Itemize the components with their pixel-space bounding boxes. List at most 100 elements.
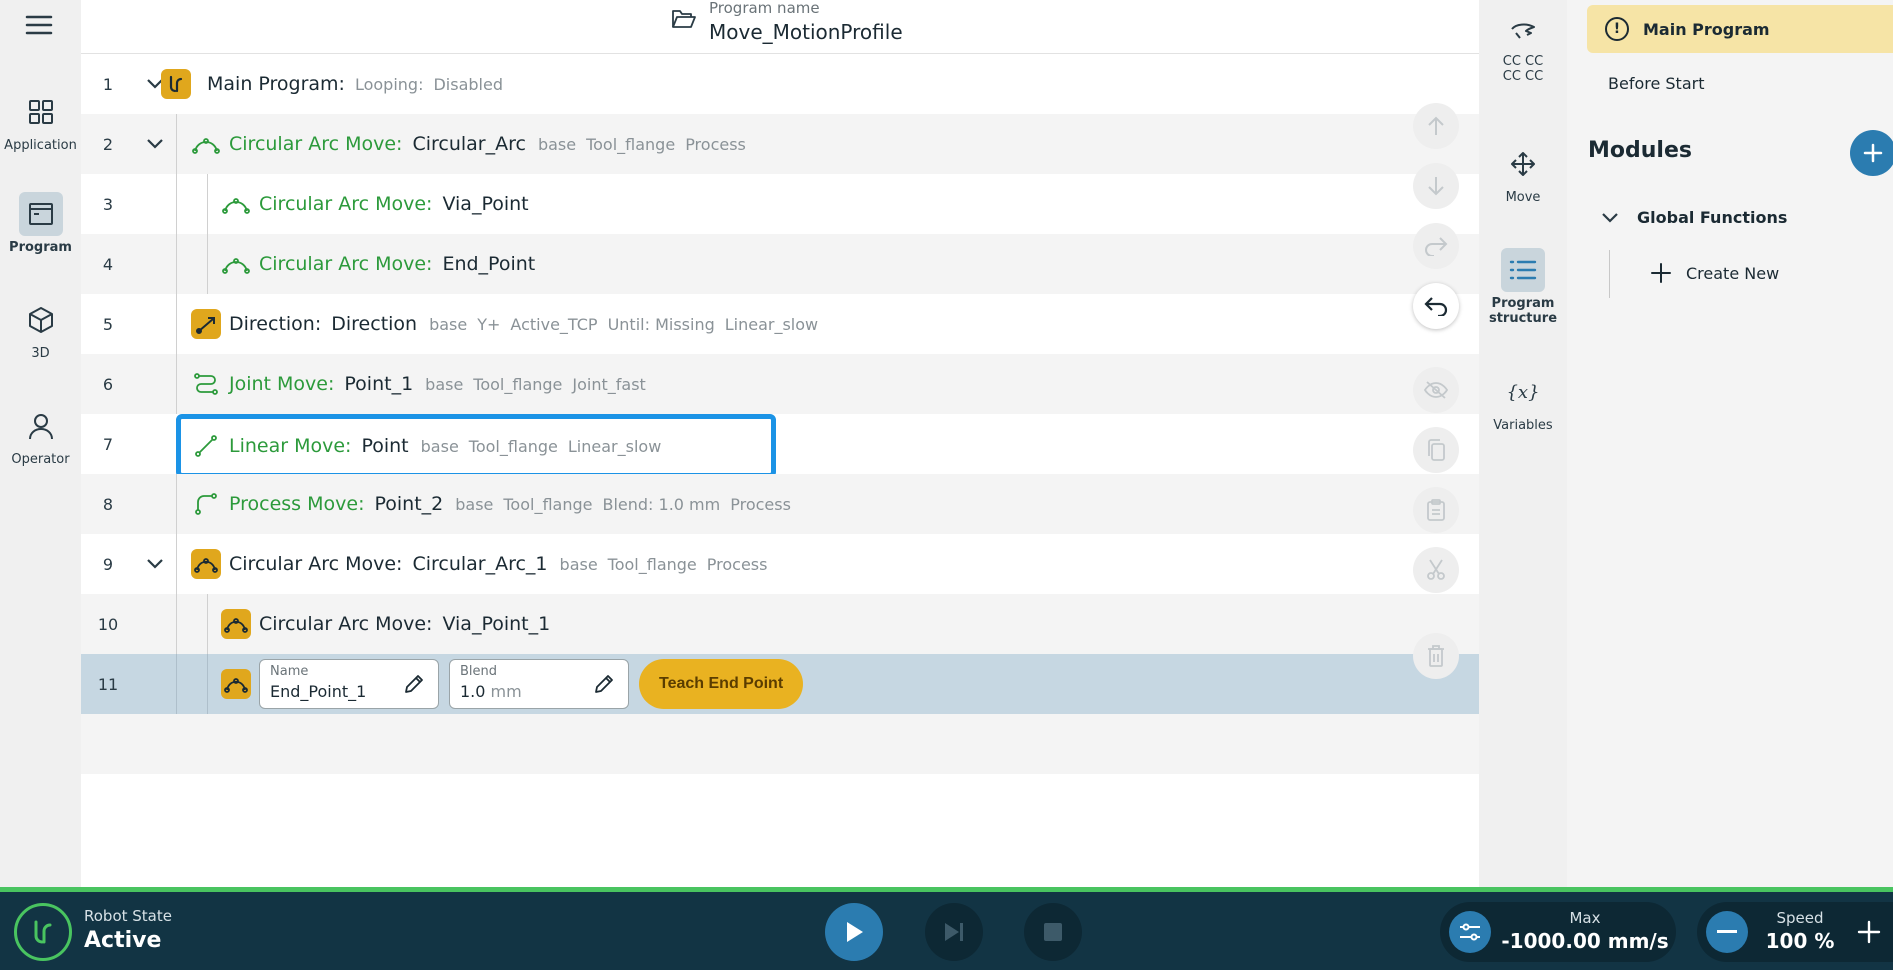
nav-3d[interactable]: 3D — [0, 298, 81, 361]
move-up-button[interactable] — [1413, 103, 1459, 149]
copy-button[interactable] — [1413, 427, 1459, 473]
chevron-down-icon[interactable] — [135, 138, 175, 150]
row-label: Circular Arc Move: — [259, 193, 433, 215]
row-label: Circular Arc Move: — [259, 253, 433, 275]
row-tag: Linear_slow — [567, 436, 662, 456]
hamburger-menu-icon[interactable] — [24, 12, 54, 38]
move-down-button[interactable] — [1413, 163, 1459, 209]
tool-move-label: Move — [1505, 190, 1541, 205]
row-value: Point — [361, 435, 409, 457]
blend-field-label: Blend — [460, 664, 498, 679]
before-start-item[interactable]: Before Start — [1608, 74, 1704, 93]
nav-program-label: Program — [9, 240, 72, 255]
nav-operator[interactable]: Operator — [0, 404, 81, 467]
tree-row-9[interactable]: 9 Circular Arc Move: Circular_Arc_1 base… — [81, 534, 1479, 594]
name-field[interactable]: Name End_Point_1 — [259, 659, 439, 709]
max-value: -1000.00 mm/s — [1501, 929, 1669, 953]
circular-arc-icon — [191, 549, 221, 579]
main-program-label: Main Program — [1643, 19, 1770, 39]
robot-state-label: Robot State — [84, 907, 172, 925]
tool-variables[interactable]: {x} Variables — [1479, 370, 1567, 433]
speed-decrease-button[interactable] — [1706, 911, 1748, 953]
tree-row-6[interactable]: 6 Joint Move: Point_1 base Tool_flange J… — [81, 354, 1479, 414]
tool-column: CC CC CC CC Move Program structure {x} V… — [1479, 0, 1567, 887]
tree-row-3[interactable]: 3 Circular Arc Move: Via_Point — [81, 174, 1479, 234]
ur-logo-icon — [14, 903, 72, 961]
plus-icon — [1651, 263, 1671, 283]
blend-field[interactable]: Blend 1.0 mm — [449, 659, 629, 709]
global-functions-item[interactable]: Global Functions — [1601, 208, 1787, 227]
row-label: Circular Arc Move: — [229, 553, 403, 575]
row-tag: Disabled — [433, 74, 503, 94]
teach-end-point-button[interactable]: Teach End Point — [639, 659, 804, 709]
circular-arc-icon — [221, 609, 251, 639]
pencil-icon[interactable] — [592, 672, 616, 701]
main-program-tab[interactable]: ! Main Program — [1587, 5, 1893, 53]
row-number: 3 — [102, 194, 114, 214]
stop-button[interactable] — [1024, 903, 1082, 961]
blend-field-value: 1.0 mm — [460, 682, 522, 701]
hide-button[interactable] — [1413, 367, 1459, 413]
tool-cc-label-1: CC CC — [1502, 54, 1544, 69]
step-button[interactable] — [925, 903, 983, 961]
minus-icon — [1717, 930, 1737, 933]
circular-arc-icon — [221, 249, 251, 279]
program-window-icon — [18, 192, 63, 236]
chevron-down-icon[interactable] — [135, 558, 175, 570]
tree-row-11[interactable]: 11 Name End_Point_1 Blend 1.0 mm Teach E… — [81, 654, 1479, 714]
name-field-label: Name — [270, 664, 309, 679]
undo-button[interactable] — [1413, 283, 1459, 329]
cut-button[interactable] — [1413, 547, 1459, 593]
row-tag: Process — [685, 134, 746, 154]
tree-row-2[interactable]: 2 Circular Arc Move: Circular_Arc base T… — [81, 114, 1479, 174]
row-label: Linear Move: — [229, 435, 352, 457]
variables-icon: {x} — [1506, 381, 1540, 403]
tree-guide-line — [1609, 250, 1610, 298]
row-value: Circular_Arc_1 — [412, 553, 548, 575]
pencil-icon[interactable] — [402, 672, 426, 701]
max-speed-control[interactable]: Max -1000.00 mm/s — [1440, 902, 1676, 962]
play-button[interactable] — [825, 903, 883, 961]
delete-button[interactable] — [1413, 633, 1459, 679]
create-new-button[interactable]: Create New — [1650, 262, 1779, 284]
tree-row-10[interactable]: 10 Circular Arc Move: Via_Point_1 — [81, 594, 1479, 654]
selected-row-highlight[interactable]: Linear Move: Point base Tool_flange Line… — [176, 414, 776, 478]
paste-button[interactable] — [1413, 487, 1459, 533]
tree-row-8[interactable]: 8 Process Move: Point_2 base Tool_flange… — [81, 474, 1479, 534]
sliders-icon — [1460, 923, 1480, 941]
plus-icon — [1857, 920, 1881, 944]
speed-increase-button[interactable] — [1857, 920, 1881, 948]
grid-icon — [19, 90, 63, 134]
left-navigation: Application Program 3D Operator — [0, 0, 81, 887]
tree-row-5[interactable]: 5 Direction: Direction base Y+ Active_TC… — [81, 294, 1479, 354]
nav-application[interactable]: Application — [0, 90, 81, 153]
tree-row-1[interactable]: 1 Main Program: Looping: Disabled — [81, 54, 1479, 114]
nav-application-label: Application — [4, 138, 77, 153]
tree-row-4[interactable]: 4 Circular Arc Move: End_Point — [81, 234, 1479, 294]
row-number: 1 — [102, 74, 114, 94]
play-icon — [847, 922, 863, 942]
tool-program-structure-label-1: Program — [1491, 296, 1555, 311]
folder-open-icon[interactable] — [671, 8, 697, 34]
row-number: 5 — [102, 314, 114, 334]
program-name[interactable]: Move_MotionProfile — [709, 20, 903, 44]
redo-button[interactable] — [1413, 223, 1459, 269]
tool-move[interactable]: Move — [1479, 142, 1567, 205]
list-icon — [1501, 248, 1545, 292]
row-value: Circular_Arc — [412, 133, 526, 155]
joint-move-icon — [191, 369, 221, 399]
nav-program[interactable]: Program — [0, 192, 81, 255]
add-module-button[interactable] — [1850, 130, 1893, 176]
row-tag: base — [429, 314, 468, 334]
row-tag: Active_TCP — [510, 314, 598, 334]
tool-program-structure-label-2: structure — [1488, 311, 1558, 326]
tool-program-structure[interactable]: Program structure — [1479, 248, 1567, 326]
row-tag: Linear_slow — [724, 314, 819, 334]
chevron-down-icon — [1602, 212, 1618, 223]
tool-cc[interactable]: CC CC CC CC — [1479, 14, 1567, 84]
row-value: Point_2 — [374, 493, 444, 515]
speed-settings-button[interactable] — [1449, 911, 1491, 953]
create-new-label: Create New — [1686, 263, 1780, 283]
person-icon — [19, 404, 63, 448]
row-number: 8 — [102, 494, 114, 514]
